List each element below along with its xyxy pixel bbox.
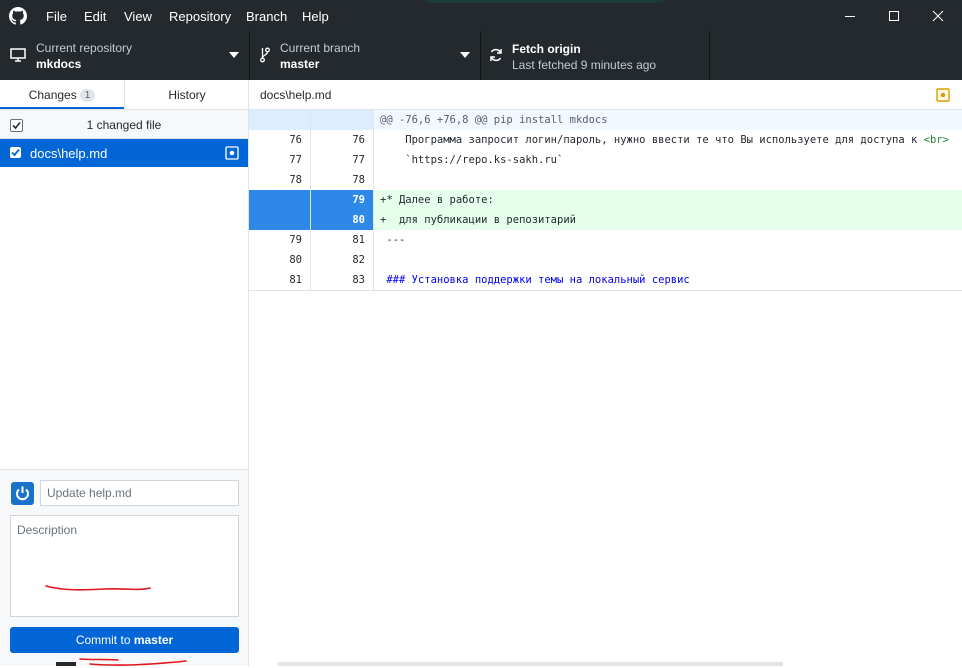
commit-panel: Commit to master <box>0 469 248 666</box>
sync-icon <box>490 48 502 62</box>
diff-line-text <box>373 250 962 270</box>
diff-file-path: docs\help.md <box>260 88 332 102</box>
changed-files-header: 1 changed file <box>0 110 248 139</box>
git-branch-icon <box>260 47 270 63</box>
diff-line-added[interactable]: 80 + для публикации в репозитарий <box>249 210 962 230</box>
avatar <box>11 482 34 505</box>
new-line-number: 80 <box>311 210 373 230</box>
power-icon <box>16 486 29 501</box>
diff-line-text <box>373 170 962 190</box>
commit-description-input[interactable] <box>10 515 239 617</box>
tab-changes[interactable]: Changes 1 <box>0 80 124 109</box>
menu-edit[interactable]: Edit <box>84 0 106 31</box>
old-line-number: 76 <box>249 130 311 150</box>
current-repository-name: mkdocs <box>36 57 82 71</box>
diff-line-text: Программа запросит логин/пароль, нужно в… <box>373 130 962 150</box>
diff-line[interactable]: 76 76 Программа запросит логин/пароль, н… <box>249 130 962 150</box>
old-line-number: 77 <box>249 150 311 170</box>
changed-files-count: 1 changed file <box>86 118 162 132</box>
old-line-number: 78 <box>249 170 311 190</box>
close-button[interactable] <box>916 0 960 31</box>
chevron-down-icon <box>460 52 470 58</box>
maximize-icon <box>889 10 899 21</box>
github-logo-icon <box>9 7 27 25</box>
new-line-number: 77 <box>352 154 365 166</box>
tab-history[interactable]: History <box>124 80 249 109</box>
new-line-number: 78 <box>352 174 365 186</box>
old-line-number <box>249 110 311 130</box>
new-line-number: 81 <box>352 234 365 246</box>
file-modified-icon <box>225 146 239 160</box>
new-line-number: 83 <box>352 274 365 286</box>
sidebar-tabs: Changes 1 History <box>0 80 249 110</box>
file-modified-icon <box>936 88 950 102</box>
hunk-header-text: @@ -76,6 +76,8 @@ pip install mkdocs <box>373 110 962 130</box>
commit-button-branch: master <box>133 633 174 647</box>
changes-count-badge: 1 <box>79 89 96 102</box>
title-bar-accent <box>427 0 663 3</box>
diff-line-added[interactable]: 79 +* Далее в работе: <box>249 190 962 210</box>
diff-line-text: +* Далее в работе: <box>373 190 962 210</box>
diff-line[interactable]: 80 82 <box>249 250 962 270</box>
changed-file-row[interactable]: docs\help.md <box>0 139 248 167</box>
diff-view: @@ -76,6 +76,8 @@ pip install mkdocs 76 … <box>249 110 962 291</box>
current-repository-label: Current repository <box>36 41 133 55</box>
close-icon <box>932 10 944 21</box>
diff-line-text: ### Установка поддержки темы на локальны… <box>373 270 962 290</box>
menu-view[interactable]: View <box>124 0 152 31</box>
toolbar: Current repository mkdocs Current branch… <box>0 31 962 80</box>
old-line-number: 81 <box>249 270 311 290</box>
checkmark-icon <box>11 148 20 157</box>
new-line-number <box>311 110 373 130</box>
diff-line-text: + для публикации в репозитарий <box>373 210 962 230</box>
old-line-number: 80 <box>249 250 311 270</box>
fetch-origin-label: Fetch origin <box>512 42 581 56</box>
bottom-edge-strip <box>56 662 76 666</box>
current-repository-button[interactable]: Current repository mkdocs <box>0 31 250 80</box>
current-branch-label: Current branch <box>280 41 361 55</box>
commit-button-label: Commit to <box>75 633 134 647</box>
old-line-number: 79 <box>249 230 311 250</box>
menu-repository[interactable]: Repository <box>169 0 231 31</box>
menu-file[interactable]: File <box>46 0 67 31</box>
diff-hunk-header: @@ -76,6 +76,8 @@ pip install mkdocs <box>249 110 962 130</box>
html-tag-text: <br> <box>923 134 949 146</box>
minimize-icon <box>845 15 855 17</box>
diff-line-content: Программа запросит логин/пароль, нужно в… <box>380 134 924 146</box>
diff-file-header: docs\help.md <box>249 80 962 110</box>
diff-line-text: `https://repo.ks-sakh.ru` <box>373 150 962 170</box>
maximize-button[interactable] <box>872 0 916 31</box>
red-underline-annotation <box>79 658 187 666</box>
chevron-down-icon <box>229 52 239 58</box>
tab-changes-label: Changes <box>28 88 77 102</box>
diff-line[interactable]: 79 81 --- <box>249 230 962 250</box>
diff-line[interactable]: 77 77 `https://repo.ks-sakh.ru` <box>249 150 962 170</box>
new-line-number: 76 <box>352 134 365 146</box>
fetch-origin-button[interactable]: Fetch origin Last fetched 9 minutes ago <box>481 31 710 80</box>
diff-line-text: --- <box>373 230 962 250</box>
sidebar: Changes 1 History 1 changed file docs\hel… <box>0 80 249 666</box>
new-line-number: 82 <box>352 254 365 266</box>
old-line-number <box>249 210 311 230</box>
current-branch-name: master <box>280 57 320 71</box>
horizontal-scrollbar[interactable] <box>278 662 783 666</box>
menu-help[interactable]: Help <box>302 0 329 31</box>
current-branch-button[interactable]: Current branch master <box>250 31 481 80</box>
commit-button[interactable]: Commit to master <box>10 627 239 653</box>
desktop-computer-icon <box>10 48 26 62</box>
changed-file-path: docs\help.md <box>30 146 108 161</box>
title-bar: File Edit View Repository Branch Help <box>0 0 962 31</box>
diff-line[interactable]: 78 78 <box>249 170 962 190</box>
red-underline-annotation <box>45 585 151 591</box>
old-line-number <box>249 190 311 210</box>
last-fetched-status: Last fetched 9 minutes ago <box>512 58 657 72</box>
diff-line[interactable]: 81 83 ### Установка поддержки темы на ло… <box>249 270 962 290</box>
minimize-button[interactable] <box>828 0 872 31</box>
new-line-number: 79 <box>311 190 373 210</box>
file-checkbox[interactable] <box>10 147 21 158</box>
menu-branch[interactable]: Branch <box>246 0 287 31</box>
commit-summary-input[interactable] <box>40 480 239 506</box>
